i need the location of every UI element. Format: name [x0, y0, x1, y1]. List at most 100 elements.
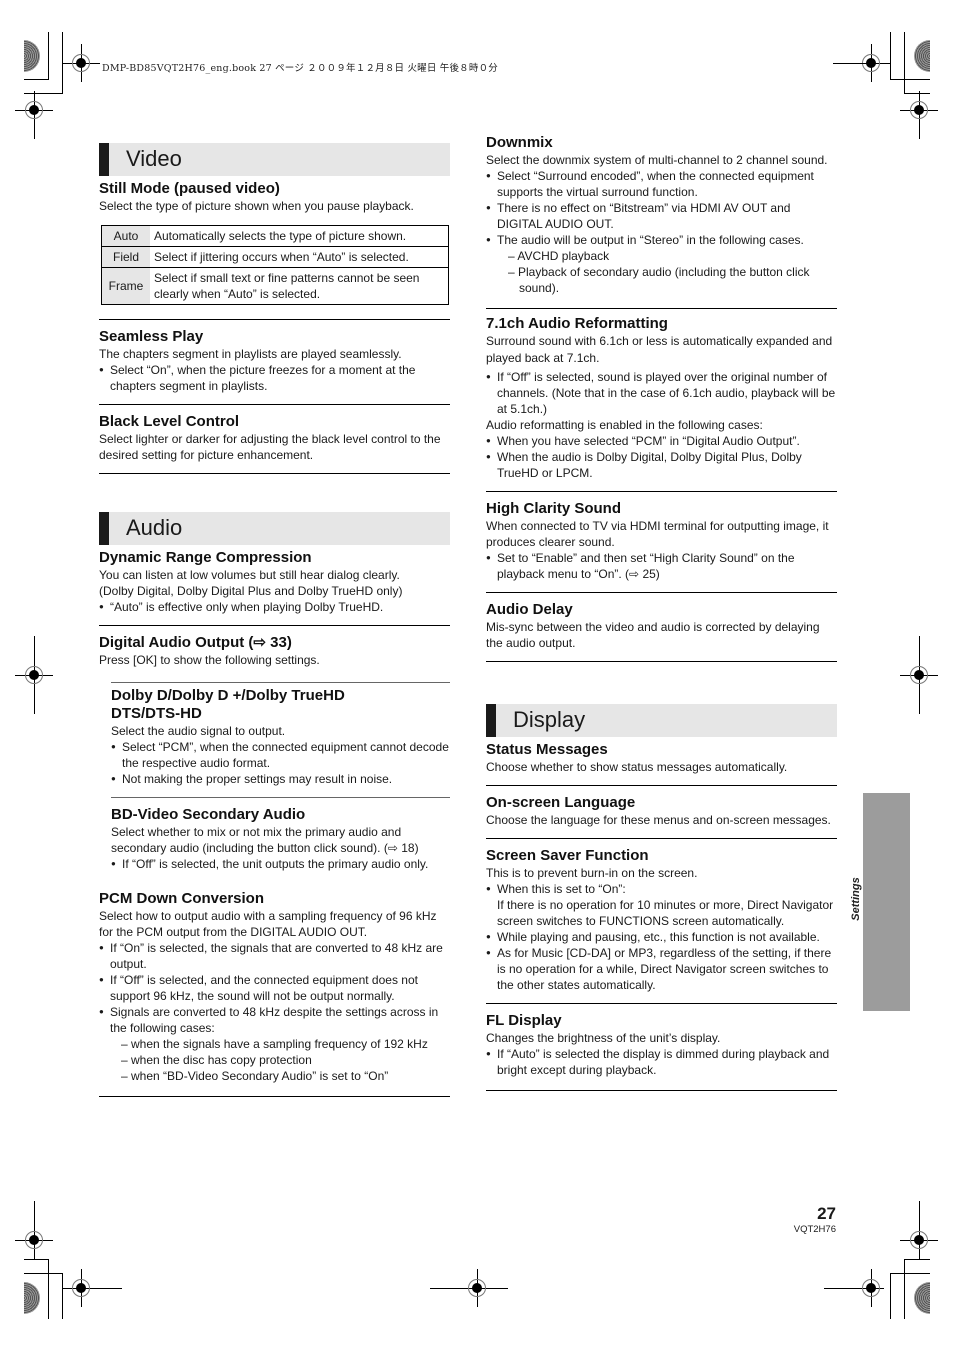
table-row: Field Select if jittering occurs when “Au…: [101, 246, 449, 268]
registration-mark-icon: [900, 1221, 938, 1259]
bullet-item: While playing and pausing, etc., this fu…: [486, 929, 837, 945]
setting-description: Press [OK] to show the following setting…: [99, 653, 320, 667]
setting-pcm-down-conversion: PCM Down Conversion Select how to output…: [99, 890, 450, 1097]
color-disc-icon: [914, 40, 930, 72]
setting-dolby-dts: Dolby D/Dolby D +/Dolby TrueHD DTS/DTS-H…: [111, 682, 450, 798]
setting-description: Select lighter or darker for adjusting t…: [99, 432, 441, 462]
setting-description: Select the type of picture shown when yo…: [99, 199, 414, 213]
setting-heading: Downmix: [486, 134, 553, 151]
bullet-item: When the audio is Dolby Digital, Dolby D…: [486, 449, 837, 481]
setting-description: The chapters segment in playlists are pl…: [99, 347, 402, 361]
setting-description: Select the audio signal to output.: [111, 724, 286, 738]
setting-description: Choose the language for these menus and …: [486, 813, 831, 827]
table-row: Auto Automatically selects the type of pi…: [101, 225, 449, 247]
bullet-item: Select “On”, when the picture freezes fo…: [99, 362, 450, 394]
bullet-item: When you have selected “PCM” in “Digital…: [486, 433, 837, 449]
setting-description: Select the downmix system of multi-chann…: [486, 153, 828, 167]
setting-still-mode: Still Mode (paused video) Select the typ…: [99, 180, 450, 320]
bullet-item: If “Auto” is selected the display is dim…: [486, 1046, 837, 1078]
section-title: Video: [126, 146, 182, 171]
setting-heading: Black Level Control: [99, 413, 240, 430]
setting-description: Choose whether to show status messages a…: [486, 760, 788, 774]
setting-downmix: Downmix Select the downmix system of mul…: [486, 134, 837, 309]
setting-heading: DTS/DTS-HD: [111, 705, 202, 722]
option-desc: Automatically selects the type of pictur…: [150, 225, 449, 247]
setting-description: Select how to output audio with a sampli…: [99, 909, 437, 939]
dash-item: – Playback of secondary audio (including…: [508, 265, 810, 295]
table-row: Frame Select if small text or fine patter…: [101, 267, 449, 305]
bullet-item: There is no effect on “Bitstream” via HD…: [486, 200, 837, 232]
setting-description: Surround sound with 6.1ch or less is aut…: [486, 334, 833, 365]
setting-onscreen-language: On-screen Language Choose the language f…: [486, 794, 837, 839]
setting-heading: Status Messages: [486, 741, 608, 758]
setting-audio-delay: Audio Delay Mis-sync between the video a…: [486, 601, 837, 662]
setting-heading: PCM Down Conversion: [99, 890, 265, 907]
setting-heading: Audio Delay: [486, 601, 573, 618]
setting-bd-secondary-audio: BD-Video Secondary Audio Select whether …: [111, 806, 450, 882]
dash-item: – when “BD-Video Secondary Audio” is set…: [121, 1069, 389, 1083]
section-header-video: Video: [99, 143, 450, 176]
setting-heading: FL Display: [486, 1012, 562, 1029]
setting-heading: Dolby D/Dolby D +/Dolby TrueHD: [111, 687, 345, 704]
option-key: Frame: [101, 267, 150, 305]
registration-mark-icon: [900, 656, 938, 694]
setting-heading: BD-Video Secondary Audio: [111, 806, 306, 823]
option-key: Field: [101, 246, 150, 268]
setting-high-clarity-sound: High Clarity Sound When connected to TV …: [486, 500, 837, 593]
bullet-item: Select “Surround encoded”, when the conn…: [486, 168, 837, 200]
registration-mark-icon: [62, 1269, 122, 1307]
setting-heading: Still Mode (paused video): [99, 180, 280, 197]
bullet-item: If “Off” is selected, sound is played ov…: [486, 369, 837, 417]
setting-heading: Screen Saver Function: [486, 847, 649, 864]
setting-heading: On-screen Language: [486, 794, 636, 811]
bullet-item: If “On” is selected, the signals that ar…: [99, 940, 450, 972]
section-header-display: Display: [486, 704, 837, 737]
option-desc: Select if jittering occurs when “Auto” i…: [150, 246, 449, 268]
setting-description: You can listen at low volumes but still …: [99, 568, 400, 582]
registration-mark-icon: [62, 44, 100, 82]
setting-heading: 7.1ch Audio Reformatting: [486, 315, 668, 332]
setting-71ch-reformatting: 7.1ch Audio Reformatting Surround sound …: [486, 315, 837, 492]
setting-seamless-play: Seamless Play The chapters segment in pl…: [99, 328, 450, 405]
left-column: Video Still Mode (paused video) Select t…: [99, 143, 450, 1105]
registration-mark-icon: [852, 44, 890, 82]
chapter-tab: [863, 793, 910, 1011]
section-header-audio: Audio: [99, 512, 450, 545]
setting-description: (Dolby Digital, Dolby Digital Plus and D…: [99, 584, 403, 598]
setting-description: Changes the brightness of the unit’s dis…: [486, 1031, 721, 1045]
setting-black-level: Black Level Control Select lighter or da…: [99, 413, 450, 474]
section-marker: [486, 704, 496, 737]
bullet-item: As for Music [CD-DA] or MP3, regardless …: [486, 945, 837, 993]
setting-heading: Digital Audio Output (⇨ 33): [99, 634, 292, 651]
option-key: Auto: [101, 225, 150, 247]
setting-description: When connected to TV via HDMI terminal f…: [486, 519, 829, 549]
setting-dynamic-range: Dynamic Range Compression You can listen…: [99, 549, 450, 626]
registration-mark-icon: [900, 91, 938, 139]
color-disc-icon: [914, 1282, 930, 1314]
bullet-item: The audio will be output in “Stereo” in …: [486, 232, 837, 248]
setting-digital-audio-output: Digital Audio Output (⇨ 33) Press [OK] t…: [99, 634, 450, 678]
setting-description: Audio reformatting is enabled in the fol…: [486, 418, 763, 432]
bullet-item: When this is set to “On”:: [486, 881, 837, 897]
setting-status-messages: Status Messages Choose whether to show s…: [486, 741, 837, 786]
still-mode-options-table: Auto Automatically selects the type of pi…: [101, 225, 449, 305]
right-column: Downmix Select the downmix system of mul…: [486, 134, 837, 1099]
option-desc: Select if small text or fine patterns ca…: [150, 267, 449, 305]
setting-heading: Dynamic Range Compression: [99, 549, 312, 566]
section-title: Display: [513, 707, 586, 732]
page-number: 27: [817, 1204, 836, 1223]
bullet-continuation: If there is no operation for 10 minutes …: [497, 898, 834, 928]
setting-description: This is to prevent burn-in on the screen…: [486, 866, 698, 880]
dash-item: – AVCHD playback: [508, 249, 610, 263]
setting-screen-saver: Screen Saver Function This is to prevent…: [486, 847, 837, 1004]
setting-description: Mis-sync between the video and audio is …: [486, 620, 820, 650]
section-marker: [99, 143, 109, 176]
bullet-item: Set to “Enable” and then set “High Clari…: [486, 550, 837, 582]
bullet-item: Select “PCM”, when the connected equipme…: [111, 739, 450, 771]
book-header: DMP-BD85VQT2H76_eng.book 27 ページ ２００９年１２月…: [102, 63, 498, 74]
bullet-item: Signals are converted to 48 kHz despite …: [99, 1004, 450, 1036]
dash-item: – when the disc has copy protection: [121, 1053, 312, 1067]
section-marker: [99, 512, 109, 545]
registration-mark-icon: [15, 656, 53, 694]
setting-description: Select whether to mix or not mix the pri…: [111, 825, 419, 855]
